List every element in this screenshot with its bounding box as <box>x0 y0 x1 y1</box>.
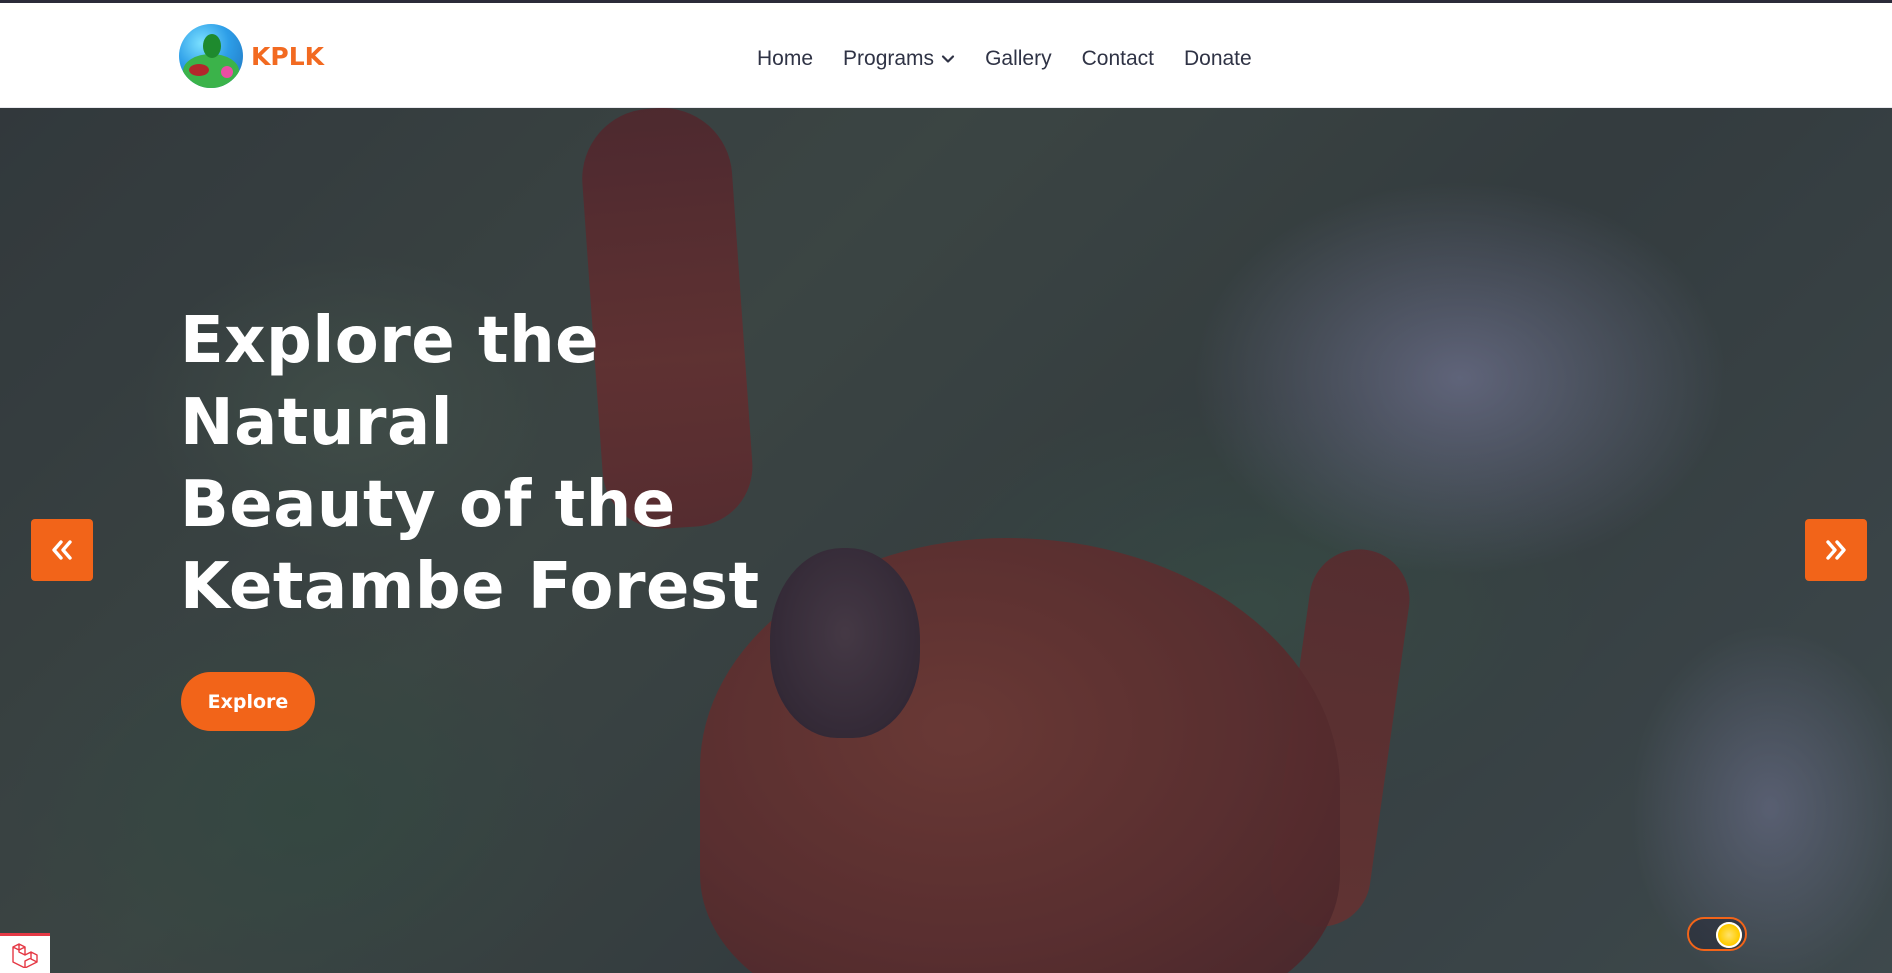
hero-title-line: Ketambe Forest <box>180 550 760 624</box>
brand-name: KPLK <box>251 41 324 71</box>
chevron-down-icon <box>941 55 955 63</box>
sun-icon <box>1716 922 1742 948</box>
brand-link[interactable]: KPLK <box>179 23 324 89</box>
nav-item-label: Contact <box>1081 47 1154 70</box>
hero-title-line: Beauty of the <box>180 468 676 542</box>
debug-badge[interactable] <box>0 933 50 973</box>
nav-item-contact[interactable]: Contact <box>1082 47 1154 71</box>
nav-item-programs[interactable]: Programs <box>843 47 955 71</box>
main-nav: Home Programs Gallery Contact Donate <box>757 45 1252 73</box>
double-chevron-right-icon <box>1826 540 1846 560</box>
nav-item-home[interactable]: Home <box>757 47 813 71</box>
nav-item-label: Home <box>757 47 814 70</box>
double-chevron-left-icon <box>52 540 72 560</box>
site-header: KPLK Home Programs Gallery Contact Donat… <box>0 3 1892 108</box>
hero-title-line: Explore the Natural <box>180 304 600 460</box>
carousel-next-button[interactable] <box>1805 519 1867 581</box>
theme-toggle[interactable] <box>1687 917 1747 951</box>
hero-content: Explore the Natural Beauty of the Ketamb… <box>180 300 880 628</box>
laravel-icon <box>12 942 38 968</box>
nav-item-donate[interactable]: Donate <box>1184 47 1252 71</box>
explore-button[interactable]: Explore <box>181 672 315 731</box>
nav-item-gallery[interactable]: Gallery <box>985 47 1052 71</box>
nav-item-label: Donate <box>1183 47 1252 70</box>
nav-item-label: Gallery <box>985 47 1052 70</box>
kplk-logo-icon <box>179 24 243 88</box>
hero-title: Explore the Natural Beauty of the Ketamb… <box>180 300 880 628</box>
carousel-prev-button[interactable] <box>31 519 93 581</box>
nav-item-label: Programs <box>843 47 935 70</box>
